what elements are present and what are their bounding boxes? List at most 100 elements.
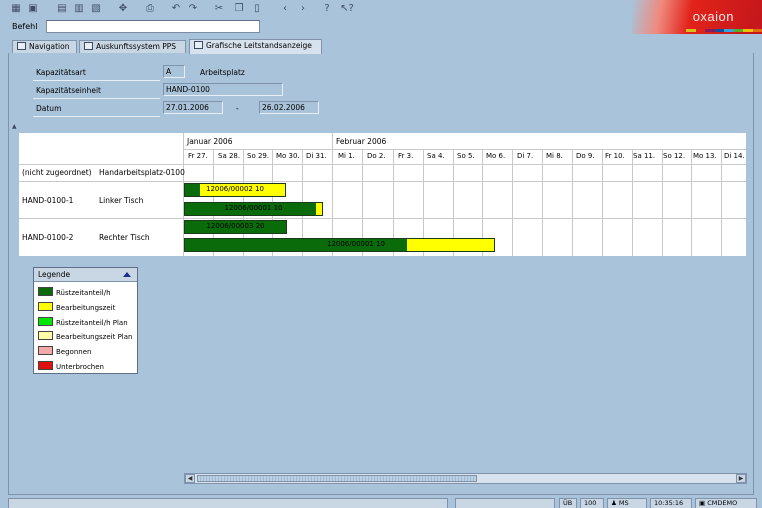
legend-item: Rüstzeitanteil/h xyxy=(38,287,111,299)
day-label: Fr 3. xyxy=(398,152,414,160)
legend-label: Bearbeitungszeit xyxy=(56,304,116,312)
bar-label: 12006/00002 10 xyxy=(205,185,265,193)
legend-header[interactable]: Legende xyxy=(34,268,137,282)
kapazitaetseinheit-value: HAND-0100 xyxy=(163,83,283,96)
bar-label: 12006/00003 20 xyxy=(206,222,265,230)
print-icon[interactable]: ⎙ xyxy=(143,2,157,15)
legend-swatch xyxy=(38,302,53,311)
tab-navigation[interactable]: Navigation xyxy=(12,40,77,53)
day-label: Mi 1. xyxy=(338,152,355,160)
legend-label: Bearbeitungszeit Plan xyxy=(56,333,133,341)
command-label: Befehl xyxy=(12,22,38,31)
legend-swatch xyxy=(38,287,53,296)
status-env-text: CMDEMO xyxy=(707,499,738,507)
redo-icon[interactable]: ↷ xyxy=(186,2,200,15)
month-label: Januar 2006 xyxy=(187,137,233,146)
legend-item: Unterbrochen xyxy=(38,361,104,373)
scroll-right-icon[interactable]: ▶ xyxy=(736,474,746,483)
status-time: 10:35:16 xyxy=(650,498,692,508)
grid-line xyxy=(602,149,603,256)
row-id: (nicht zugeordnet) xyxy=(22,168,92,177)
grid-line xyxy=(632,149,633,256)
help-icon[interactable]: ? xyxy=(320,2,334,15)
tab-grafische-leitstandsanzeige[interactable]: Grafische Leitstandsanzeige xyxy=(189,39,322,54)
command-input[interactable] xyxy=(46,20,260,33)
day-label: So 5. xyxy=(457,152,475,160)
day-label: Mi 8. xyxy=(546,152,563,160)
user-icon: ♟ xyxy=(611,499,619,507)
gantt-bar[interactable]: 12006/00002 10 xyxy=(184,183,286,197)
legend-item: Bearbeitungszeit Plan xyxy=(38,331,132,343)
row-id: HAND-0100-2 xyxy=(22,233,74,242)
grid-line xyxy=(512,149,513,256)
kapazitaetseinheit-line xyxy=(33,98,160,99)
server-icon: ▣ xyxy=(699,499,708,507)
tab-auskunftssystem[interactable]: Auskunftssystem PPS xyxy=(79,40,186,53)
scroll-thumb[interactable] xyxy=(197,475,477,482)
copy-doc-icon[interactable]: ▤ xyxy=(55,2,69,15)
gantt-view-icon xyxy=(194,41,203,49)
undo-icon[interactable]: ↶ xyxy=(169,2,183,15)
day-label: Mo 13. xyxy=(693,152,717,160)
tab-auskunftssystem-label: Auskunftssystem PPS xyxy=(96,42,177,51)
day-label: Do 2. xyxy=(367,152,386,160)
archive-icon[interactable]: ▧ xyxy=(89,2,103,15)
gantt-bar[interactable]: 12006/00003 20 xyxy=(184,220,287,234)
disk-icon[interactable]: ▥ xyxy=(72,2,86,15)
legend-swatch xyxy=(38,317,53,326)
oxaion-logo: oxaion xyxy=(632,0,762,34)
status-user-text: MS xyxy=(618,499,629,507)
forward-icon[interactable]: › xyxy=(296,2,310,15)
status-user: ♟ MS xyxy=(607,498,647,508)
copy-icon[interactable]: ❐ xyxy=(232,2,246,15)
grid-line xyxy=(19,218,746,219)
collapse-arrow-icon[interactable] xyxy=(123,272,131,277)
legend-swatch xyxy=(38,361,53,370)
horizontal-scrollbar[interactable]: ◀ ▶ xyxy=(184,473,747,484)
bar-label: 12006/00001 10 xyxy=(224,204,283,212)
status-field xyxy=(455,498,555,508)
tab-navigation-label: Navigation xyxy=(29,42,70,51)
row-name: Linker Tisch xyxy=(99,196,144,205)
legend-panel: Legende Rüstzeitanteil/h Bearbeitungszei… xyxy=(33,267,138,374)
grid-line xyxy=(19,164,746,165)
day-label: So 29. xyxy=(247,152,270,160)
gantt-bar[interactable]: 12006/00001 10 xyxy=(184,202,323,216)
day-label: Mo 30. xyxy=(276,152,300,160)
scroll-left-icon[interactable]: ◀ xyxy=(185,474,195,483)
datum-line xyxy=(33,116,160,117)
gantt-bar[interactable]: 12006/00001 10 xyxy=(184,238,495,252)
day-label: Do 9. xyxy=(576,152,595,160)
legend-item: Rüstzeitanteil/h Plan xyxy=(38,317,128,329)
legend-swatch xyxy=(38,346,53,355)
status-environment: ▣ CMDEMO xyxy=(695,498,757,508)
grid-line xyxy=(332,133,333,150)
legend-title: Legende xyxy=(38,270,71,279)
legend-item: Begonnen xyxy=(38,346,91,358)
grid-line xyxy=(542,149,543,256)
day-label: Fr 27. xyxy=(188,152,208,160)
status-message xyxy=(8,498,448,508)
paste-icon[interactable]: ▯ xyxy=(250,2,264,15)
back-icon[interactable]: ‹ xyxy=(278,2,292,15)
grid-icon[interactable]: ▦ xyxy=(9,2,23,15)
gantt-chart: Januar 2006 Februar 2006 Fr 27. Sa 28. S… xyxy=(19,133,746,256)
day-label: Sa 4. xyxy=(427,152,445,160)
collapse-header-icon[interactable]: ▲ xyxy=(12,123,17,130)
cut-icon[interactable]: ✂ xyxy=(212,2,226,15)
kapazitaetsart-value: A xyxy=(163,65,185,78)
datum-from-value: 27.01.2006 xyxy=(163,101,223,114)
datum-to-value: 26.02.2006 xyxy=(259,101,319,114)
row-name: Rechter Tisch xyxy=(99,233,150,242)
day-label: Fr 10. xyxy=(605,152,625,160)
datum-separator: - xyxy=(236,104,239,113)
navigation-icon xyxy=(17,42,26,50)
save-icon[interactable]: ▣ xyxy=(26,2,40,15)
settings-icon[interactable]: ✥ xyxy=(116,2,130,15)
logo-text: oxaion xyxy=(692,9,734,24)
day-label: So 12. xyxy=(663,152,686,160)
bar-label: 12006/00001 10 xyxy=(326,240,386,248)
grid-line xyxy=(572,149,573,256)
status-bar: ÜB 100 ♟ MS 10:35:16 ▣ CMDEMO xyxy=(0,497,762,508)
context-help-icon[interactable]: ↖? xyxy=(340,2,354,15)
